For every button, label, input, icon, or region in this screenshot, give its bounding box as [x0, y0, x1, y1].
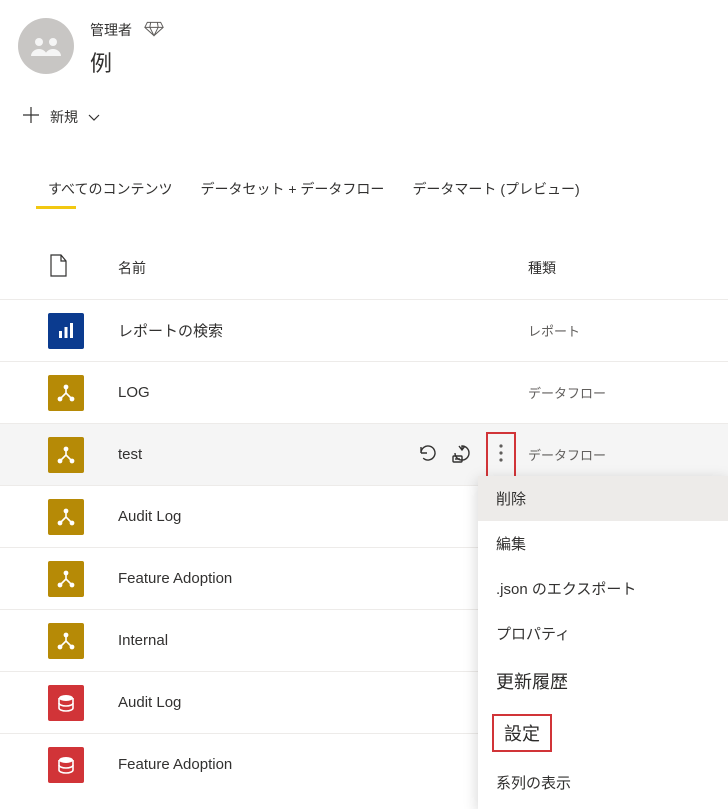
- row-kind: データフロー: [528, 383, 728, 402]
- table-header: 名前 種類: [0, 254, 728, 299]
- tab-datamarts[interactable]: データマート (プレビュー): [412, 179, 579, 209]
- table-row[interactable]: レポートの検索 レポート: [0, 299, 728, 361]
- dataflow-type-icon: [48, 375, 84, 411]
- tab-all-content[interactable]: すべてのコンテンツ: [48, 179, 172, 209]
- datamart-type-icon: [48, 685, 84, 721]
- more-vertical-icon: [499, 444, 503, 465]
- menu-item[interactable]: .json のエクスポート: [478, 566, 728, 611]
- row-name[interactable]: レポートの検索: [118, 320, 388, 341]
- report-type-icon: [48, 313, 84, 349]
- dataflow-type-icon: [48, 623, 84, 659]
- people-icon: [29, 36, 63, 56]
- workspace-header-text: 管理者 例: [90, 18, 164, 78]
- new-button[interactable]: 新規: [14, 100, 108, 133]
- table-row[interactable]: LOG データフロー: [0, 361, 728, 423]
- row-name[interactable]: Internal: [118, 632, 388, 649]
- dataflow-type-icon: [48, 437, 84, 473]
- new-button-label: 新規: [50, 107, 78, 127]
- column-header-name[interactable]: 名前: [118, 258, 388, 278]
- chevron-down-icon: [88, 109, 100, 125]
- menu-item[interactable]: 編集: [478, 521, 728, 566]
- toolbar: 新規: [0, 78, 728, 143]
- refresh-icon[interactable]: [418, 443, 438, 466]
- tab-datasets-dataflows[interactable]: データセット + データフロー: [200, 179, 384, 209]
- workspace-header: 管理者 例: [0, 0, 728, 78]
- row-name[interactable]: Feature Adoption: [118, 756, 388, 773]
- context-menu: 削除編集.json のエクスポートプロパティ更新履歴設定系列の表示: [478, 476, 728, 809]
- menu-item-settings-wrap: 設定: [478, 706, 728, 760]
- menu-item[interactable]: 更新履歴: [478, 656, 728, 706]
- more-options-button[interactable]: [486, 432, 516, 478]
- row-name[interactable]: test: [118, 446, 388, 463]
- row-name[interactable]: LOG: [118, 384, 388, 401]
- row-name[interactable]: Audit Log: [118, 508, 388, 525]
- admin-label: 管理者: [90, 20, 132, 40]
- row-kind: レポート: [528, 321, 728, 340]
- menu-item-settings[interactable]: 設定: [492, 714, 552, 752]
- menu-item[interactable]: 系列の表示: [478, 760, 728, 805]
- premium-diamond-icon: [144, 21, 164, 40]
- menu-item[interactable]: 削除: [478, 476, 728, 521]
- schedule-refresh-icon[interactable]: [452, 443, 472, 466]
- row-kind: データフロー: [528, 445, 728, 464]
- menu-item[interactable]: プロパティ: [478, 611, 728, 656]
- dataflow-type-icon: [48, 561, 84, 597]
- document-icon: [48, 254, 68, 281]
- datamart-type-icon: [48, 747, 84, 783]
- row-name[interactable]: Feature Adoption: [118, 570, 388, 587]
- plus-icon: [22, 106, 40, 127]
- workspace-avatar: [18, 18, 74, 74]
- column-header-kind[interactable]: 種類: [528, 258, 728, 278]
- dataflow-type-icon: [48, 499, 84, 535]
- content-tabs: すべてのコンテンツ データセット + データフロー データマート (プレビュー): [0, 143, 728, 210]
- workspace-name: 例: [90, 46, 164, 78]
- row-name[interactable]: Audit Log: [118, 694, 388, 711]
